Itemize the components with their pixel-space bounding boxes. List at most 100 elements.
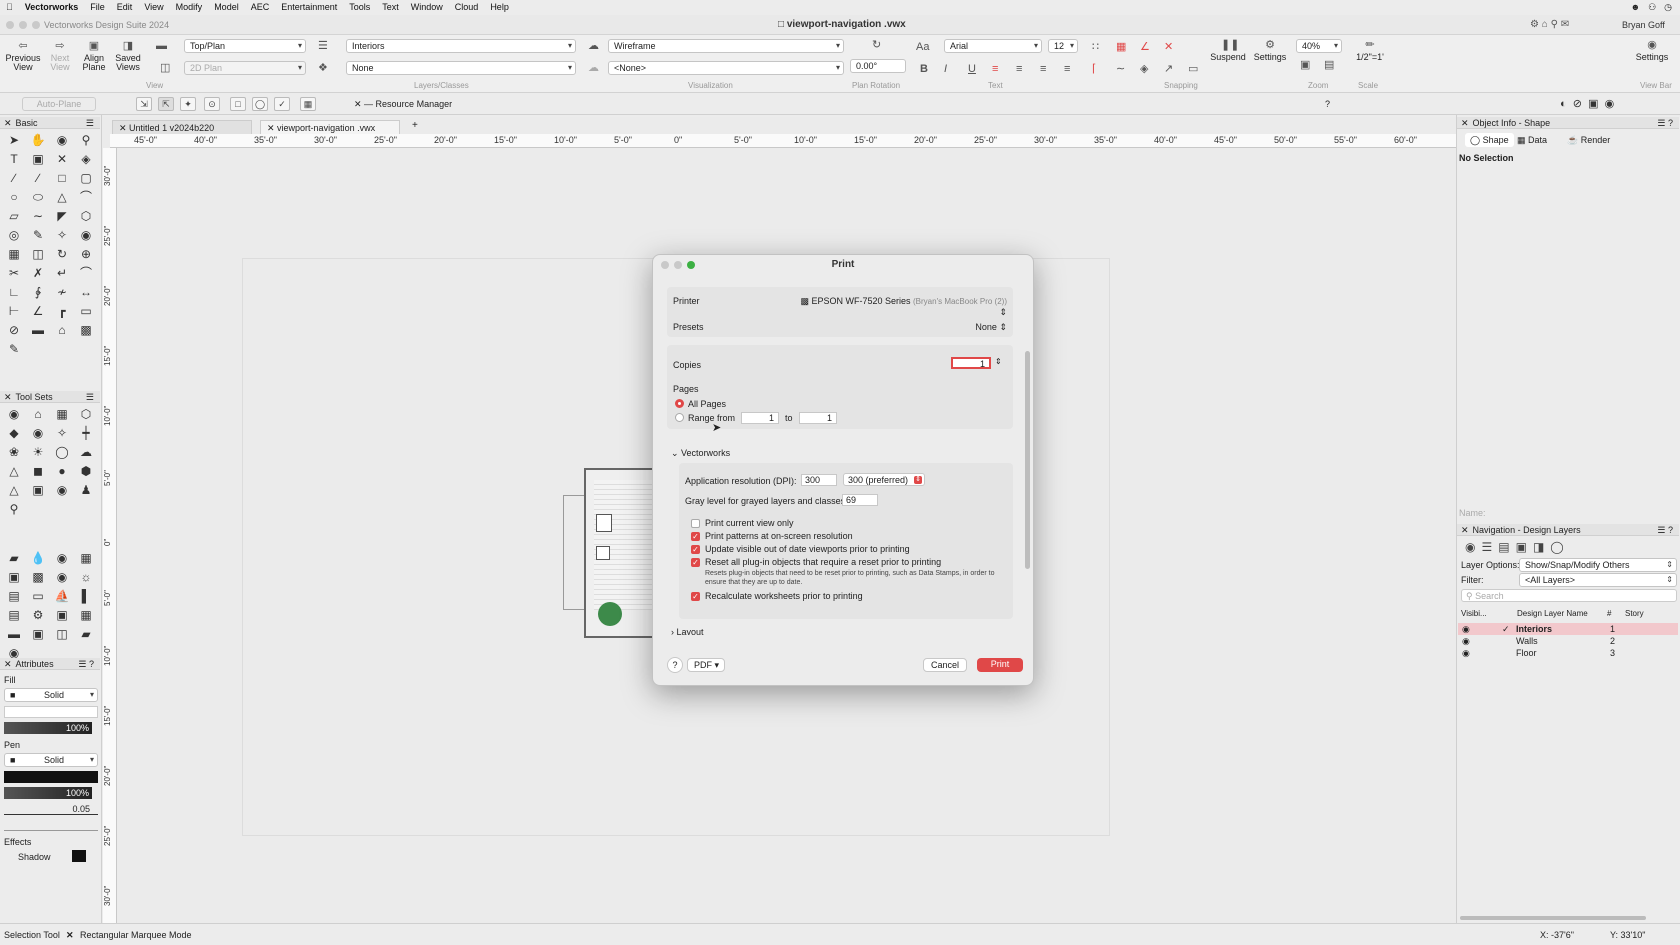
user-icon[interactable]: ☻: [1631, 2, 1640, 12]
gray-level-input[interactable]: 69: [842, 494, 878, 506]
tab-viewport-navigation[interactable]: ✕ viewport-navigation .vwx: [260, 120, 400, 134]
dims-notes-set-icon[interactable]: ✧: [50, 424, 74, 443]
fill-opacity-slider[interactable]: 100%: [4, 722, 92, 734]
walls-set-icon[interactable]: ┿: [74, 424, 98, 443]
connect-tool-icon[interactable]: ↵: [50, 264, 74, 283]
screen-tool-icon[interactable]: ▩: [26, 568, 50, 587]
layer-select[interactable]: Interiors ▾: [346, 39, 576, 53]
polyline-tool-icon[interactable]: ▱: [2, 207, 26, 226]
copies-stepper[interactable]: ⇕: [995, 357, 1002, 366]
angle-tool-icon[interactable]: ∠: [26, 302, 50, 321]
justify-icon[interactable]: ≡: [1064, 63, 1070, 75]
print-patterns-checkbox[interactable]: ✓: [691, 532, 700, 541]
wall-tool-icon[interactable]: ▭: [74, 302, 98, 321]
mirror-tool-icon[interactable]: ◫: [26, 245, 50, 264]
world-tool-icon[interactable]: ◉: [50, 549, 74, 568]
mode-rect-marquee-icon[interactable]: ⇱: [158, 97, 174, 111]
sofa-tool-icon[interactable]: ▭: [26, 587, 50, 606]
gear-icon[interactable]: ⚙: [1530, 19, 1539, 30]
rectangle-tool-icon[interactable]: □: [50, 169, 74, 188]
pan-tool-icon[interactable]: ✋: [26, 131, 50, 150]
search-tools-icon[interactable]: ⚲: [2, 500, 26, 519]
menu-cloud[interactable]: Cloud: [449, 2, 485, 12]
snap-angle-icon[interactable]: ∠: [1140, 41, 1150, 53]
layer-options-select[interactable]: Show/Snap/Modify Others ⇕: [1519, 558, 1677, 572]
fit-to-objects-icon[interactable]: ▣: [1300, 59, 1310, 71]
zoom-select[interactable]: 40% ▾: [1296, 39, 1342, 53]
oval-tool-icon[interactable]: ⬭: [26, 188, 50, 207]
home-icon[interactable]: ⌂: [1542, 19, 1548, 30]
cube-set-icon[interactable]: ▣: [26, 481, 50, 500]
camera-tool-icon[interactable]: ▣: [50, 606, 74, 625]
menu-view[interactable]: View: [138, 2, 169, 12]
nav-tab-icon[interactable]: ◉: [1465, 540, 1481, 554]
snap-edge-icon[interactable]: ▭: [1188, 63, 1198, 75]
split-tool-icon[interactable]: ∲: [26, 283, 50, 302]
render-mode-2-select[interactable]: <None> ▾: [608, 61, 844, 75]
camera-icon[interactable]: ▣: [1588, 98, 1598, 110]
boat-tool-icon[interactable]: ⛵: [50, 587, 74, 606]
close-basic-icon[interactable]: ✕: [4, 118, 12, 128]
plan-rotation-icon[interactable]: ↻: [872, 39, 881, 51]
suspend-button[interactable]: ❚❚ Suspend: [1208, 40, 1248, 62]
print-button[interactable]: Print: [977, 658, 1023, 672]
menu-aec[interactable]: AEC: [245, 2, 276, 12]
previous-view-button[interactable]: ⇦ Previous View: [4, 41, 42, 72]
app-resolution-select[interactable]: 300 (preferred) ⇕: [843, 473, 926, 486]
print-current-view-checkbox[interactable]: [691, 519, 700, 528]
mode-path-icon[interactable]: ✓: [274, 97, 290, 111]
attribute-mapping-tool-icon[interactable]: ✧: [50, 226, 74, 245]
hatch-tool-icon[interactable]: ⊘: [2, 321, 26, 340]
reshape-tool-icon[interactable]: ◤: [50, 207, 74, 226]
menu-file[interactable]: File: [84, 2, 111, 12]
fasteners-set-icon[interactable]: △: [2, 462, 26, 481]
tab-data[interactable]: ▦ Data: [1517, 133, 1547, 147]
snap-working-plane-icon[interactable]: ↗: [1164, 63, 1173, 75]
close-tab-icon[interactable]: ✕: [119, 123, 129, 133]
vectorworks-section-toggle[interactable]: ⌄ Vectorworks: [671, 448, 730, 459]
italic-icon[interactable]: I: [944, 63, 947, 75]
plan-mode-icon[interactable]: ◫: [160, 62, 170, 74]
layer-row-walls[interactable]: ◉ Walls 2: [1458, 635, 1678, 647]
landscape-set-icon[interactable]: ❀: [2, 443, 26, 462]
pdf-menu-button[interactable]: PDF ▾: [687, 658, 725, 672]
resource-manager-label[interactable]: Resource Manager: [376, 99, 453, 109]
bezier-tool-icon[interactable]: ≁: [50, 283, 74, 302]
bold-icon[interactable]: B: [920, 63, 928, 75]
plug-tool-icon[interactable]: ▰: [74, 625, 98, 644]
view-mode-select[interactable]: Top/Plan ▾: [184, 39, 306, 53]
hide-icon[interactable]: ⊘: [1573, 98, 1582, 110]
visibility-eye-icon[interactable]: ◉: [1462, 647, 1470, 659]
bench-tool-icon[interactable]: ▤: [2, 587, 26, 606]
plan-rotation-field[interactable]: 0.00°: [850, 59, 906, 73]
mode-select-icon[interactable]: ⇲: [136, 97, 152, 111]
nav-references-icon[interactable]: ◯: [1550, 540, 1569, 554]
space-tool-icon[interactable]: ▩: [74, 321, 98, 340]
snap-tangent-icon[interactable]: ∼: [1116, 63, 1125, 75]
sphere-set-icon[interactable]: ◉: [50, 481, 74, 500]
table-tool-icon[interactable]: ▦: [74, 549, 98, 568]
3d-modeling-set-icon[interactable]: ◆: [2, 424, 26, 443]
roof-tool-icon[interactable]: ⌂: [50, 321, 74, 340]
pen-color-swatch[interactable]: [4, 771, 98, 783]
apple-icon[interactable]: : [0, 2, 19, 12]
offset-tool-icon[interactable]: ▦: [2, 245, 26, 264]
line-tool-icon[interactable]: ∕: [2, 169, 26, 188]
align-plane-button[interactable]: ▣ Align Plane: [78, 41, 110, 72]
tab-untitled[interactable]: ✕ Untitled 1 v2024b220: [112, 120, 252, 134]
classes-icon[interactable]: ❖: [318, 62, 328, 74]
name-field[interactable]: Name:: [1459, 508, 1486, 518]
line-style-select[interactable]: [4, 819, 98, 831]
cloud-set-icon[interactable]: ☁: [74, 443, 98, 462]
basic-menu-icon[interactable]: ☰: [86, 117, 94, 129]
copies-input[interactable]: 1: [951, 357, 991, 369]
cabinet-tool-icon[interactable]: ▦: [74, 606, 98, 625]
scale-tool-icon[interactable]: ✎: [2, 340, 26, 359]
align-left-icon[interactable]: ≡: [992, 63, 998, 75]
machine-design-set-icon[interactable]: ◯: [50, 443, 74, 462]
locus-tool-icon[interactable]: ✕: [50, 150, 74, 169]
contrast-icon[interactable]: ◐: [1560, 98, 1567, 110]
recalculate-worksheets-checkbox[interactable]: ✓: [691, 592, 700, 601]
mode-options-icon[interactable]: ▦: [300, 97, 316, 111]
symbol-tool-icon[interactable]: ◈: [74, 150, 98, 169]
